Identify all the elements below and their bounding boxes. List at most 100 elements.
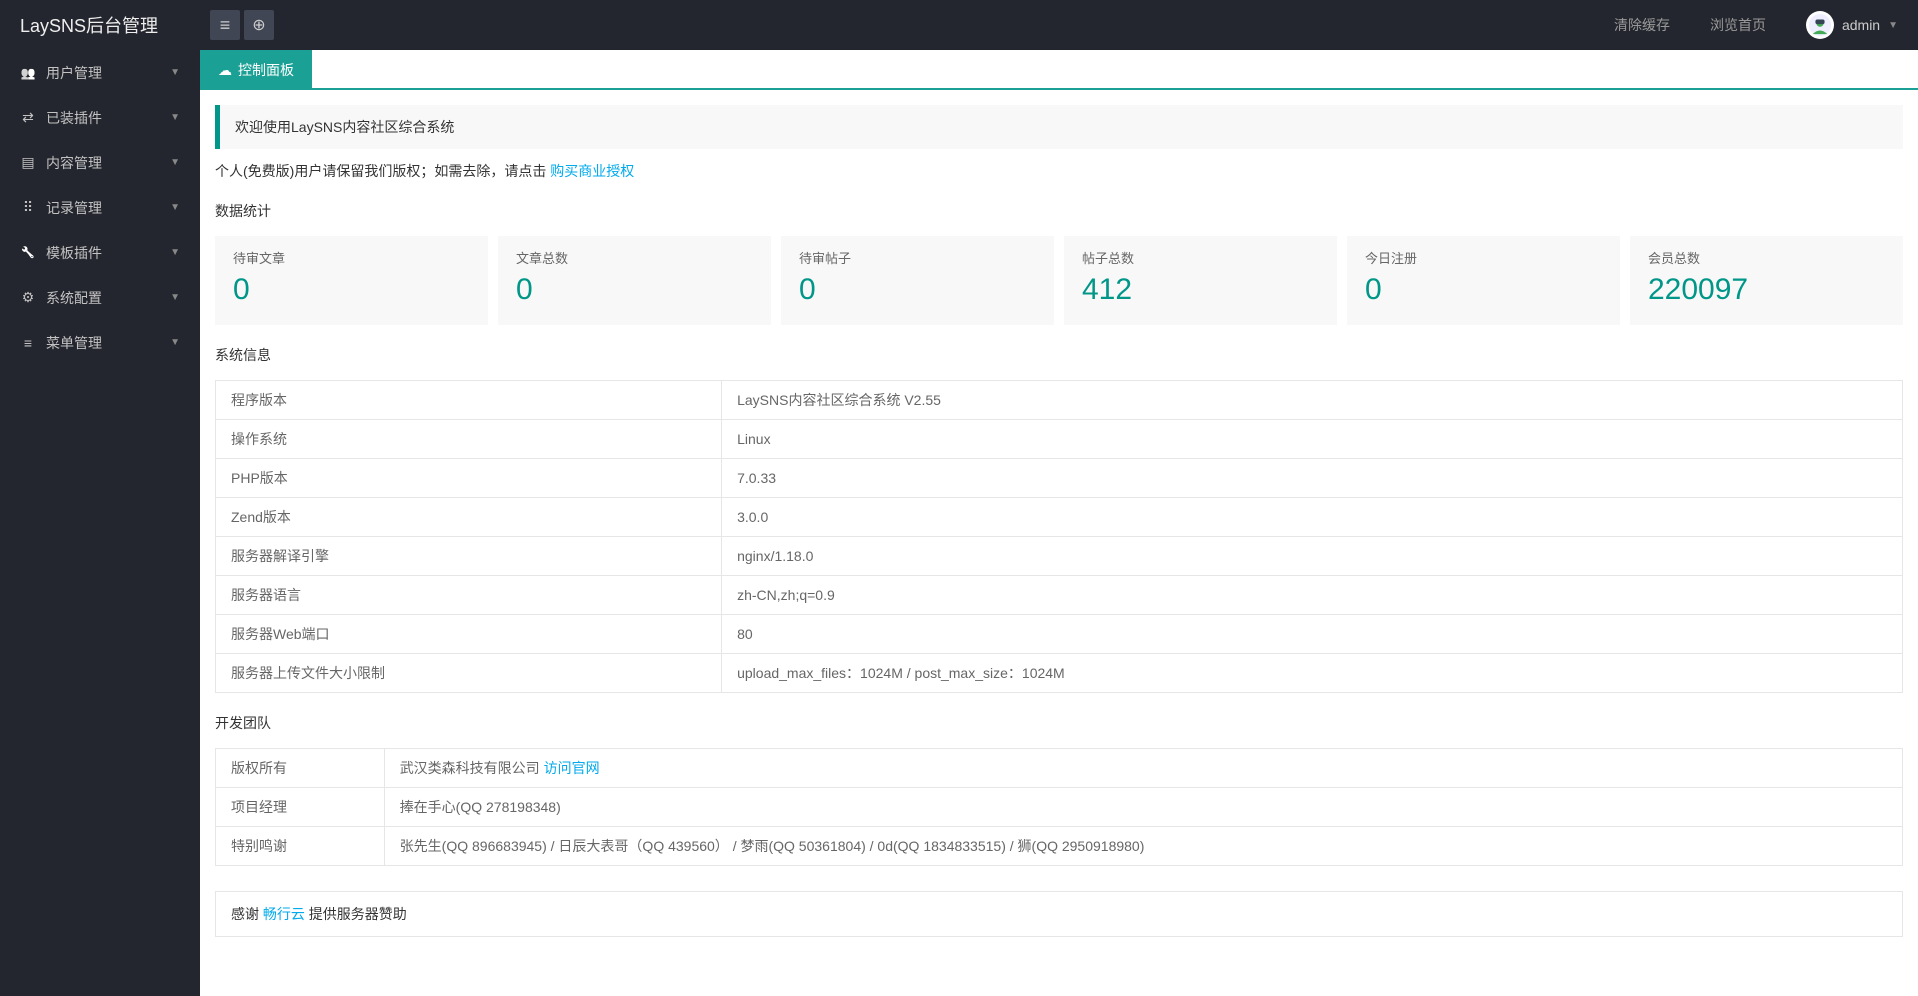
globe-button[interactable] <box>244 10 274 40</box>
chevron-down-icon: ▼ <box>170 112 180 123</box>
info-key: 程序版本 <box>216 381 722 420</box>
table-row: 项目经理捧在手心(QQ 278198348) <box>216 788 1903 827</box>
sidebar-item-4[interactable]: 模板插件 ▼ <box>0 230 200 275</box>
nav-icon <box>20 199 36 216</box>
dashboard-icon <box>218 62 232 79</box>
info-key: PHP版本 <box>216 459 722 498</box>
stat-label: 待审帖子 <box>799 248 1036 267</box>
nav-icon <box>20 335 36 351</box>
license-note: 个人(免费版)用户请保留我们版权；如需去除，请点击 购买商业授权 <box>215 161 1903 181</box>
team-link[interactable]: 访问官网 <box>544 760 600 776</box>
user-dropdown[interactable]: admin ▼ <box>1806 11 1898 39</box>
stat-label: 今日注册 <box>1365 248 1602 267</box>
team-value: 捧在手心(QQ 278198348) <box>400 799 561 815</box>
team-table: 版权所有武汉类森科技有限公司 访问官网项目经理捧在手心(QQ 278198348… <box>215 748 1903 866</box>
sidebar: 用户管理▼已装插件▼内容管理▼记录管理▼模板插件▼系统配置▼菜单管理▼ <box>0 50 200 996</box>
chevron-down-icon: ▼ <box>170 292 180 303</box>
logo: LaySNS后台管理 <box>0 12 200 38</box>
nav-icon <box>20 246 36 259</box>
table-row: 版权所有武汉类森科技有限公司 访问官网 <box>216 749 1903 788</box>
preview-link[interactable]: 浏览首页 <box>1710 15 1766 35</box>
clear-cache-link[interactable]: 清除缓存 <box>1614 15 1670 35</box>
stat-card-2: 待审帖子 0 <box>781 236 1054 325</box>
chevron-down-icon: ▼ <box>170 247 180 258</box>
info-key: 操作系统 <box>216 420 722 459</box>
header: LaySNS后台管理 清除缓存 浏览首页 admin ▼ <box>0 0 1918 50</box>
info-key: 服务器解译引擎 <box>216 537 722 576</box>
thanks-banner: 感谢 畅行云 提供服务器赞助 <box>215 891 1903 937</box>
sidebar-item-3[interactable]: 记录管理 ▼ <box>0 185 200 230</box>
nav-icon <box>20 289 36 306</box>
stat-value: 0 <box>1365 273 1602 307</box>
thanks-suffix: 提供服务器赞助 <box>305 906 407 922</box>
chevron-down-icon: ▼ <box>170 157 180 168</box>
sidebar-item-0[interactable]: 用户管理 ▼ <box>0 50 200 95</box>
info-value: 80 <box>722 615 1903 654</box>
content: 欢迎使用LaySNS内容社区综合系统 个人(免费版)用户请保留我们版权；如需去除… <box>200 90 1918 996</box>
stats-row: 待审文章 0 文章总数 0 待审帖子 0 帖子总数 412 今日注册 0 会员总数 220097 <box>215 236 1903 325</box>
chevron-down-icon: ▼ <box>170 337 180 348</box>
stat-label: 文章总数 <box>516 248 753 267</box>
thanks-prefix: 感谢 <box>231 906 263 922</box>
header-right: 清除缓存 浏览首页 admin ▼ <box>1614 11 1918 39</box>
table-row: 服务器解译引擎nginx/1.18.0 <box>216 537 1903 576</box>
info-value: LaySNS内容社区综合系统 V2.55 <box>722 381 1903 420</box>
sidebar-item-1[interactable]: 已装插件▼ <box>0 95 200 140</box>
table-row: 操作系统Linux <box>216 420 1903 459</box>
sidebar-item-label: 模板插件 <box>46 243 102 263</box>
header-left <box>210 10 274 40</box>
table-row: Zend版本3.0.0 <box>216 498 1903 537</box>
stat-value: 0 <box>233 273 470 307</box>
sidebar-item-label: 内容管理 <box>46 153 102 173</box>
stat-value: 220097 <box>1648 273 1885 307</box>
stat-label: 帖子总数 <box>1082 248 1319 267</box>
sidebar-item-label: 菜单管理 <box>46 333 102 353</box>
buy-license-link[interactable]: 购买商业授权 <box>550 163 634 179</box>
nav-icon <box>20 109 36 126</box>
stat-card-5: 会员总数 220097 <box>1630 236 1903 325</box>
info-key: 服务器Web端口 <box>216 615 722 654</box>
license-text: 个人(免费版)用户请保留我们版权；如需去除，请点击 <box>215 163 550 179</box>
stat-value: 0 <box>516 273 753 307</box>
info-key: 服务器语言 <box>216 576 722 615</box>
stat-card-4: 今日注册 0 <box>1347 236 1620 325</box>
info-value: 3.0.0 <box>722 498 1903 537</box>
sidebar-item-label: 用户管理 <box>46 63 102 83</box>
sidebar-item-label: 系统配置 <box>46 288 102 308</box>
stat-value: 0 <box>799 273 1036 307</box>
team-key: 项目经理 <box>216 788 385 827</box>
tab-label: 控制面板 <box>238 60 294 80</box>
stat-card-1: 文章总数 0 <box>498 236 771 325</box>
menu-toggle-button[interactable] <box>210 10 240 40</box>
stat-card-0: 待审文章 0 <box>215 236 488 325</box>
info-value: nginx/1.18.0 <box>722 537 1903 576</box>
sidebar-item-5[interactable]: 系统配置 ▼ <box>0 275 200 320</box>
team-key: 特别鸣谢 <box>216 827 385 866</box>
chevron-down-icon: ▼ <box>170 67 180 78</box>
chevron-down-icon: ▼ <box>170 202 180 213</box>
sidebar-item-2[interactable]: 内容管理 ▼ <box>0 140 200 185</box>
stat-label: 待审文章 <box>233 248 470 267</box>
stats-title: 数据统计 <box>215 201 1903 221</box>
username: admin <box>1842 17 1880 33</box>
welcome-banner: 欢迎使用LaySNS内容社区综合系统 <box>215 105 1903 149</box>
info-value: upload_max_files：1024M / post_max_size：1… <box>722 654 1903 693</box>
stat-label: 会员总数 <box>1648 248 1885 267</box>
sidebar-item-label: 记录管理 <box>46 198 102 218</box>
team-value: 张先生(QQ 896683945) / 日辰大表哥（QQ 439560） / 梦… <box>400 838 1145 854</box>
table-row: 特别鸣谢张先生(QQ 896683945) / 日辰大表哥（QQ 439560）… <box>216 827 1903 866</box>
info-key: 服务器上传文件大小限制 <box>216 654 722 693</box>
nav-icon <box>20 66 36 80</box>
chevron-down-icon: ▼ <box>1888 20 1898 31</box>
sidebar-item-6[interactable]: 菜单管理 ▼ <box>0 320 200 365</box>
stat-value: 412 <box>1082 273 1319 307</box>
stat-card-3: 帖子总数 412 <box>1064 236 1337 325</box>
sponsor-link[interactable]: 畅行云 <box>263 906 305 922</box>
sysinfo-title: 系统信息 <box>215 345 1903 365</box>
nav-icon <box>20 154 36 171</box>
team-value: 武汉类森科技有限公司 <box>400 760 544 776</box>
table-row: 服务器上传文件大小限制upload_max_files：1024M / post… <box>216 654 1903 693</box>
globe-icon <box>252 15 265 35</box>
tab-dashboard[interactable]: 控制面板 <box>200 50 312 90</box>
menu-icon <box>220 15 231 36</box>
